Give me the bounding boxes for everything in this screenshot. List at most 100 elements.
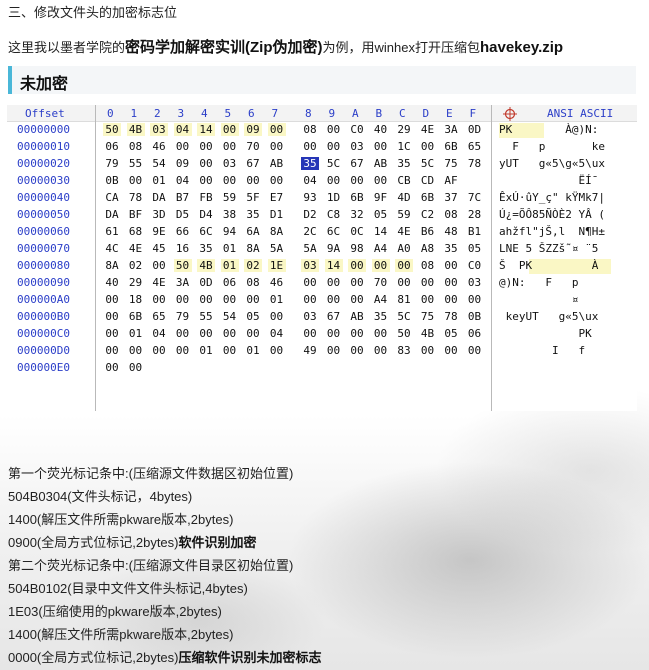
hex-byte[interactable]: D1 xyxy=(268,208,286,221)
hex-byte[interactable]: 04 xyxy=(150,327,168,340)
hex-byte[interactable]: C0 xyxy=(348,123,366,136)
hex-byte[interactable]: 5C xyxy=(419,157,437,170)
hex-byte[interactable]: AB xyxy=(348,310,366,323)
hex-byte[interactable]: 00 xyxy=(103,310,121,323)
hex-byte[interactable]: 75 xyxy=(442,157,460,170)
hex-byte[interactable]: 00 xyxy=(348,259,366,272)
hex-byte[interactable]: 00 xyxy=(466,344,484,357)
hex-byte[interactable]: 55 xyxy=(197,310,215,323)
hex-byte[interactable]: B6 xyxy=(419,225,437,238)
hex-byte[interactable]: 1E xyxy=(267,259,286,272)
hex-byte[interactable]: 68 xyxy=(127,225,145,238)
hex-byte[interactable]: 8A xyxy=(103,259,121,272)
hex-byte[interactable]: 50 xyxy=(173,259,192,272)
hex-byte[interactable]: 6B xyxy=(127,310,145,323)
hex-byte[interactable]: 03 xyxy=(348,140,366,153)
hex-byte[interactable]: 01 xyxy=(197,344,215,357)
hex-byte[interactable]: 0B xyxy=(466,310,484,323)
hex-byte[interactable]: 00 xyxy=(395,259,413,272)
hex-byte[interactable]: 00 xyxy=(372,327,390,340)
hex-byte[interactable]: 05 xyxy=(442,327,460,340)
hex-byte[interactable]: D2 xyxy=(301,208,319,221)
hex-byte[interactable]: 00 xyxy=(197,157,215,170)
hex-byte[interactable]: 38 xyxy=(221,208,239,221)
hex-byte[interactable]: 06 xyxy=(221,276,239,289)
hex-byte[interactable]: 00 xyxy=(103,293,121,306)
hex-byte[interactable]: CB xyxy=(395,174,413,187)
hex-byte[interactable]: 9F xyxy=(372,191,390,204)
hex-byte[interactable]: 00 xyxy=(466,293,484,306)
hex-byte[interactable]: 00 xyxy=(325,293,343,306)
hex-byte[interactable]: 08 xyxy=(127,140,145,153)
hex-byte[interactable]: 3D xyxy=(150,208,168,221)
hex-byte[interactable]: 5A xyxy=(268,242,286,255)
hex-byte[interactable]: 04 xyxy=(173,123,192,136)
hex-byte[interactable]: 00 xyxy=(325,174,343,187)
hex-byte[interactable]: 78 xyxy=(127,191,145,204)
hex-byte[interactable]: AB xyxy=(372,157,390,170)
hex-byte[interactable]: 00 xyxy=(371,259,390,272)
hex-byte[interactable]: 00 xyxy=(174,344,192,357)
hex-byte[interactable]: 00 xyxy=(372,174,390,187)
hex-byte[interactable]: 05 xyxy=(244,310,262,323)
hex-byte[interactable]: 00 xyxy=(220,123,239,136)
hex-byte[interactable]: 00 xyxy=(325,327,343,340)
hex-byte[interactable]: 00 xyxy=(348,293,366,306)
hex-byte[interactable]: 01 xyxy=(221,242,239,255)
hex-byte[interactable]: 05 xyxy=(466,242,484,255)
hex-byte[interactable]: 03 xyxy=(466,276,484,289)
hex-byte[interactable]: B1 xyxy=(466,225,484,238)
hex-byte[interactable]: 00 xyxy=(221,344,239,357)
hex-byte[interactable]: 70 xyxy=(244,140,262,153)
hex-byte[interactable]: 00 xyxy=(197,293,215,306)
hex-byte[interactable]: 16 xyxy=(174,242,192,255)
hex-byte[interactable]: 00 xyxy=(174,327,192,340)
hex-byte[interactable]: 1C xyxy=(395,140,413,153)
hex-byte[interactable]: 78 xyxy=(442,310,460,323)
hex-byte[interactable]: 00 xyxy=(348,327,366,340)
hex-byte[interactable]: 5A xyxy=(301,242,319,255)
hex-byte[interactable]: 40 xyxy=(103,276,121,289)
hex-byte[interactable]: 00 xyxy=(267,123,286,136)
hex-byte[interactable]: 0B xyxy=(103,174,121,187)
hex-byte[interactable]: 1D xyxy=(325,191,343,204)
hex-byte[interactable]: 01 xyxy=(127,327,145,340)
hex-byte[interactable]: 45 xyxy=(150,242,168,255)
hex-byte[interactable]: 5C xyxy=(325,157,343,170)
hex-byte[interactable]: 4B xyxy=(126,123,145,136)
hex-byte[interactable]: D5 xyxy=(174,208,192,221)
hex-byte[interactable]: 49 xyxy=(301,344,319,357)
hex-byte[interactable]: 00 xyxy=(268,140,286,153)
hex-byte[interactable]: 00 xyxy=(127,174,145,187)
hex-byte[interactable]: 00 xyxy=(221,327,239,340)
hex-byte[interactable]: 65 xyxy=(466,140,484,153)
hex-byte[interactable]: 4E xyxy=(127,242,145,255)
hex-byte[interactable]: 67 xyxy=(325,310,343,323)
hex-byte[interactable]: B7 xyxy=(174,191,192,204)
hex-byte[interactable]: 6C xyxy=(197,225,215,238)
hex-byte[interactable]: 66 xyxy=(174,225,192,238)
hex-byte[interactable]: 4E xyxy=(395,225,413,238)
hex-byte[interactable]: DA xyxy=(150,191,168,204)
hex-byte[interactable]: 67 xyxy=(244,157,262,170)
hex-byte[interactable]: 28 xyxy=(466,208,484,221)
hex-byte[interactable]: 00 xyxy=(244,293,262,306)
hex-byte[interactable]: 4D xyxy=(395,191,413,204)
hex-byte[interactable]: 0C xyxy=(348,225,366,238)
hex-byte[interactable]: 00 xyxy=(103,361,121,374)
hex-byte[interactable]: 35 xyxy=(395,157,413,170)
hex-byte[interactable]: 03 xyxy=(150,123,168,136)
hex-byte[interactable]: 00 xyxy=(174,293,192,306)
hex-byte[interactable]: 6B xyxy=(348,191,366,204)
hex-byte[interactable]: 4C xyxy=(103,242,121,255)
hex-byte[interactable]: 46 xyxy=(150,140,168,153)
hex-byte[interactable]: 00 xyxy=(244,174,262,187)
hex-byte[interactable]: 78 xyxy=(466,157,484,170)
hex-byte[interactable]: 54 xyxy=(221,310,239,323)
hex-byte[interactable]: 00 xyxy=(325,276,343,289)
hex-byte[interactable]: 3A xyxy=(174,276,192,289)
hex-byte[interactable]: 00 xyxy=(197,140,215,153)
hex-byte[interactable]: 70 xyxy=(372,276,390,289)
hex-byte[interactable]: 9A xyxy=(325,242,343,255)
hex-byte[interactable]: 79 xyxy=(103,157,121,170)
